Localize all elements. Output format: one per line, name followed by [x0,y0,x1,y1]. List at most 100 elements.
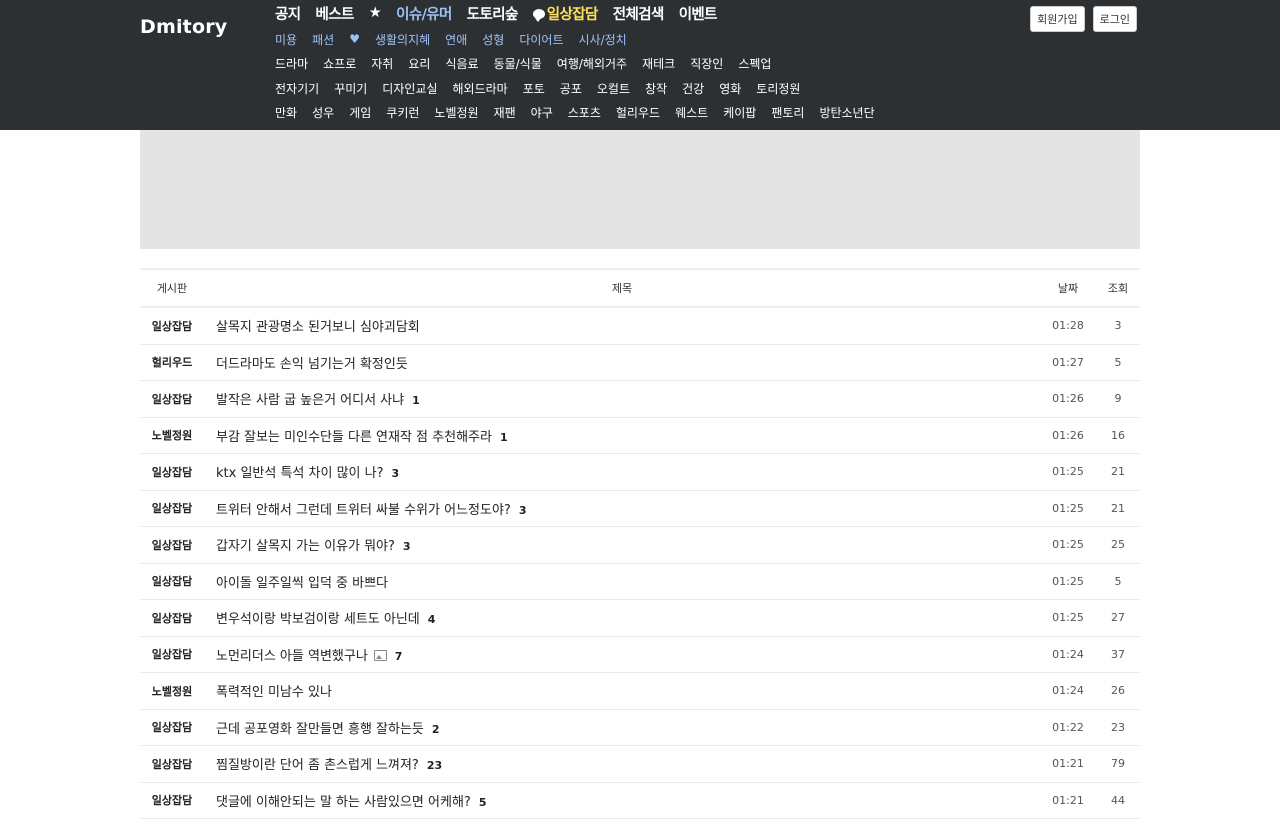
category-item-cat_row3-6[interactable]: 야구 [531,104,553,121]
post-board[interactable]: 헐리우드 [140,344,204,381]
table-row[interactable]: 일상잡담 트위터 안해서 그런데 트위터 싸불 수위가 어느정도야? 3 01:25 2… [140,490,1140,527]
category-item-cat_row1-7[interactable]: 재테크 [642,55,675,72]
table-row[interactable]: 일상잡담 ktx 일반석 특석 차이 많이 나? 3 01:25 21 [140,453,1140,491]
sub-nav-item-0[interactable]: 미용 [275,31,297,48]
table-row[interactable]: 일상잡담 근데 공포영화 잘만들면 흥행 잘하는듯 2 01:22 23 [140,709,1140,746]
category-item-cat_row1-1[interactable]: 쇼프로 [323,55,356,72]
login-button[interactable]: 로그인 [1092,6,1137,32]
post-title-link[interactable]: ktx 일반석 특석 차이 많이 나? [216,466,383,481]
post-title-link[interactable]: 트위터 안해서 그런데 트위터 싸불 수위가 어느정도야? [216,503,511,518]
post-board[interactable]: 일상잡담 [140,636,204,673]
category-item-cat_row1-9[interactable]: 스펙업 [738,55,771,72]
category-item-cat_row3-9[interactable]: 웨스트 [675,104,708,121]
category-item-cat_row1-3[interactable]: 요리 [408,55,430,72]
category-item-cat_row2-6[interactable]: 오컬트 [597,80,630,97]
post-title-link[interactable]: 폭력적인 미남수 있나 [216,685,332,700]
category-item-cat_row2-0[interactable]: 전자기기 [275,80,319,97]
post-title-link[interactable]: 찜질방이란 단어 좀 촌스럽게 느껴져? [216,758,419,773]
category-item-cat_row3-11[interactable]: 팬토리 [771,104,804,121]
table-row[interactable]: 일상잡담 아이돌 일주일씩 입덕 중 바쁘다 01:25 5 [140,563,1140,600]
signup-button[interactable]: 회원가입 [1030,6,1085,32]
post-title-link[interactable]: 아이돌 일주일씩 입덕 중 바쁘다 [216,576,388,591]
comment-count[interactable]: 1 [500,431,508,444]
category-item-cat_row1-5[interactable]: 동물/식물 [494,55,542,72]
category-item-cat_row3-3[interactable]: 쿠키런 [386,104,419,121]
main-nav-item-4[interactable]: 도토리숲 [467,3,519,24]
main-nav-item-3[interactable]: 이슈/유머 [396,3,452,24]
category-item-cat_row2-5[interactable]: 공포 [560,80,582,97]
category-item-cat_row3-12[interactable]: 방탄소년단 [819,104,874,121]
table-row[interactable]: 일상잡담 찜질방이란 단어 좀 촌스럽게 느껴져? 23 01:21 79 [140,745,1140,783]
category-item-cat_row3-4[interactable]: 노벨정원 [434,104,478,121]
category-item-cat_row2-3[interactable]: 해외드라마 [453,80,508,97]
category-item-cat_row3-0[interactable]: 만화 [275,104,297,121]
main-nav-item-7[interactable]: 이벤트 [679,3,718,24]
post-board[interactable]: 일상잡담 [140,745,204,783]
category-item-cat_row3-2[interactable]: 게임 [349,104,371,121]
category-item-cat_row3-8[interactable]: 헐리우드 [616,104,660,121]
sub-nav-item-2[interactable]: ♥ [349,32,360,46]
sub-nav-item-7[interactable]: 시사/정치 [579,31,627,48]
comment-count[interactable]: 2 [432,723,440,736]
post-title-link[interactable]: 살목지 관광명소 된거보니 심야괴담회 [216,320,420,335]
comment-count[interactable]: 7 [395,650,403,663]
table-row[interactable]: 일상잡담 댓글에 이해안되는 말 하는 사람있으면 어케해? 5 01:21 44 [140,782,1140,819]
post-board[interactable]: 일상잡담 [140,380,204,418]
post-title-link[interactable]: 발작은 사람 굽 높은거 어디서 사냐 [216,393,404,408]
sub-nav-item-5[interactable]: 성형 [482,31,504,48]
table-row[interactable]: 일상잡담 갑자기 살목지 가는 이유가 뭐야? 3 01:25 25 [140,526,1140,564]
post-board[interactable]: 노벨정원 [140,672,204,710]
category-item-cat_row3-1[interactable]: 성우 [312,104,334,121]
category-item-cat_row3-7[interactable]: 스포츠 [568,104,601,121]
category-item-cat_row3-5[interactable]: 재팬 [494,104,516,121]
post-board[interactable]: 일상잡담 [140,782,204,819]
sub-nav-item-3[interactable]: 생활의지혜 [375,31,430,48]
table-row[interactable]: 일상잡담 발작은 사람 굽 높은거 어디서 사냐 1 01:26 9 [140,380,1140,418]
site-logo[interactable]: Dmitory [140,16,227,38]
category-item-cat_row2-4[interactable]: 포토 [523,80,545,97]
post-board[interactable]: 일상잡담 [140,563,204,600]
table-row[interactable]: 헐리우드 더드라마도 손익 넘기는거 확정인듯 01:27 5 [140,344,1140,381]
post-title-link[interactable]: 갑자기 살목지 가는 이유가 뭐야? [216,539,395,554]
category-item-cat_row2-1[interactable]: 꾸미기 [334,80,367,97]
post-board[interactable]: 일상잡담 [140,709,204,746]
table-row[interactable]: 노벨정원 부감 잘보는 미인수단들 다른 연재작 점 추천해주라 1 01:26 16 [140,417,1140,454]
category-item-cat_row1-2[interactable]: 자취 [371,55,393,72]
comment-count[interactable]: 23 [427,759,442,772]
main-nav-item-6[interactable]: 전체검색 [613,3,665,24]
main-nav-item-2[interactable]: ★ [369,5,382,21]
post-title-link[interactable]: 근데 공포영화 잘만들면 흥행 잘하는듯 [216,722,424,737]
category-item-cat_row2-10[interactable]: 토리정원 [756,80,800,97]
comment-count[interactable]: 1 [412,394,420,407]
post-board[interactable]: 노벨정원 [140,417,204,454]
category-item-cat_row2-7[interactable]: 창작 [645,80,667,97]
main-nav-item-1[interactable]: 베스트 [315,3,354,24]
post-title-link[interactable]: 변우석이랑 박보검이랑 세트도 아닌데 [216,612,420,627]
table-row[interactable]: 일상잡담 변우석이랑 박보검이랑 세트도 아닌데 4 01:25 27 [140,599,1140,637]
post-board[interactable]: 일상잡담 [140,307,204,345]
comment-count[interactable]: 3 [403,540,411,553]
post-title-link[interactable]: 댓글에 이해안되는 말 하는 사람있으면 어케해? [216,795,471,810]
comment-count[interactable]: 3 [519,504,527,517]
sub-nav-item-4[interactable]: 연애 [445,31,467,48]
post-board[interactable]: 일상잡담 [140,599,204,637]
post-board[interactable]: 일상잡담 [140,453,204,491]
post-title-link[interactable]: 더드라마도 손익 넘기는거 확정인듯 [216,357,408,372]
category-item-cat_row1-0[interactable]: 드라마 [275,55,308,72]
comment-count[interactable]: 4 [428,613,436,626]
post-board[interactable]: 일상잡담 [140,490,204,527]
table-row[interactable]: 일상잡담 살목지 관광명소 된거보니 심야괴담회 01:28 3 [140,307,1140,345]
sub-nav-item-6[interactable]: 다이어트 [519,31,563,48]
post-title-link[interactable]: 노먼리더스 아들 역변했구나 [216,649,368,664]
category-item-cat_row3-10[interactable]: 케이팝 [723,104,756,121]
category-item-cat_row2-8[interactable]: 건강 [682,80,704,97]
table-row[interactable]: 일상잡담 노먼리더스 아들 역변했구나 7 01:24 37 [140,636,1140,673]
comment-count[interactable]: 3 [391,467,399,480]
comment-count[interactable]: 5 [479,796,487,809]
category-item-cat_row1-4[interactable]: 식음료 [445,55,478,72]
post-board[interactable]: 일상잡담 [140,526,204,564]
category-item-cat_row2-2[interactable]: 디자인교실 [382,80,437,97]
post-title-link[interactable]: 부감 잘보는 미인수단들 다른 연재작 점 추천해주라 [216,430,492,445]
main-nav-item-5[interactable]: 일상잡담 [532,3,598,24]
category-item-cat_row2-9[interactable]: 영화 [719,80,741,97]
